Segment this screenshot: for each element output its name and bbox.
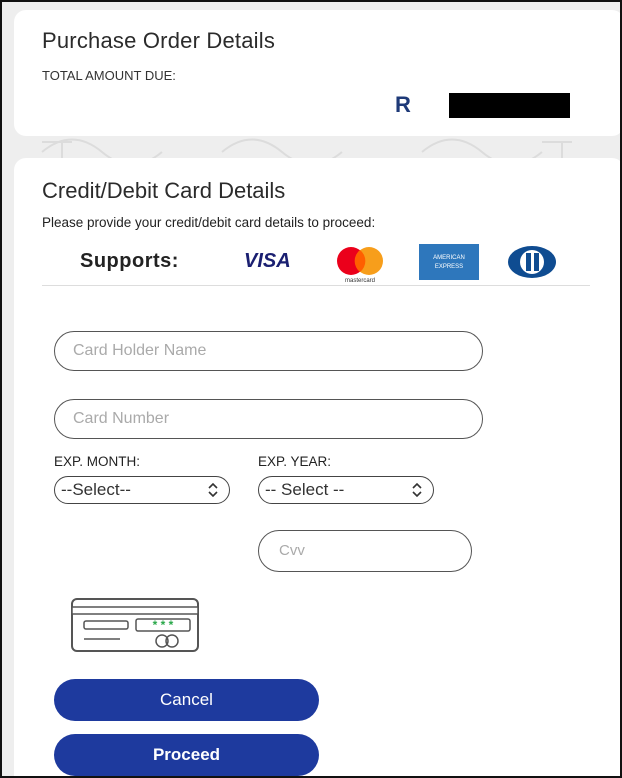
exp-month-select[interactable]: --Select-- xyxy=(54,476,230,504)
card-details-title: Credit/Debit Card Details xyxy=(42,178,286,203)
supports-label: Supports: xyxy=(80,250,179,272)
purchase-order-title: Purchase Order Details xyxy=(42,28,276,53)
proceed-button[interactable]: Proceed xyxy=(54,734,319,776)
exp-year-value: -- Select -- xyxy=(265,480,345,499)
mastercard-logo: mastercard xyxy=(337,247,383,284)
amex-logo: AMERICAN EXPRESS xyxy=(419,244,479,280)
exp-month-label: EXP. MONTH: xyxy=(54,454,141,469)
visa-logo: VISA xyxy=(244,250,291,272)
card-holder-name-input[interactable]: Card Holder Name xyxy=(54,331,483,371)
cancel-button[interactable]: Cancel xyxy=(54,679,319,721)
svg-text:* * *: * * * xyxy=(153,618,174,632)
payment-screen: Purchase Order Details TOTAL AMOUNT DUE:… xyxy=(0,0,622,778)
cvv-input[interactable]: Cvv xyxy=(258,530,472,572)
svg-text:AMERICAN: AMERICAN xyxy=(433,255,465,261)
currency-symbol: R xyxy=(395,92,411,117)
cvv-card-icon: * * * xyxy=(71,598,199,652)
exp-year-select[interactable]: -- Select -- xyxy=(258,476,434,504)
redacted-amount xyxy=(449,93,570,118)
card-number-input[interactable]: Card Number xyxy=(54,399,483,439)
diners-club-logo xyxy=(508,246,556,278)
select-arrows-icon xyxy=(412,483,422,497)
exp-year-label: EXP. YEAR: xyxy=(258,454,332,469)
exp-month-value: --Select-- xyxy=(61,480,131,499)
svg-text:EXPRESS: EXPRESS xyxy=(435,264,463,270)
svg-text:mastercard: mastercard xyxy=(345,278,375,284)
total-amount-label: TOTAL AMOUNT DUE: xyxy=(42,68,176,83)
card-details-subtitle: Please provide your credit/debit card de… xyxy=(42,215,376,230)
select-arrows-icon xyxy=(208,483,218,497)
supported-cards-row: Supports: VISA mastercard AMERICAN EXPRE… xyxy=(42,236,590,286)
